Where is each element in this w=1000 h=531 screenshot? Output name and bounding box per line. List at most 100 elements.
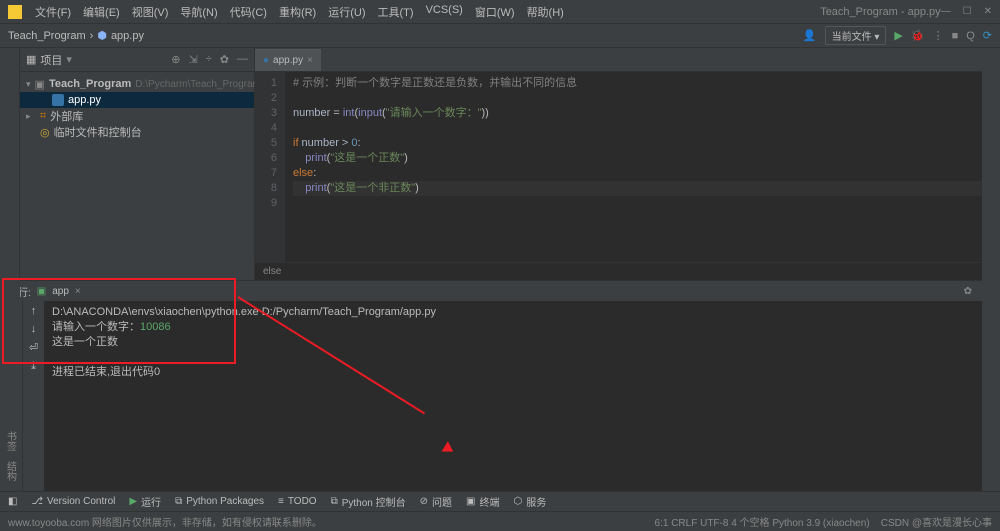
- project-panel-header: ▦ 项目 ▾ ⊕ ⇲ ÷ ✿ —: [20, 48, 254, 72]
- status-bar: www.toyooba.com 网络图片仅供展示，非存储，如有侵权请联系删除。 …: [0, 511, 1000, 531]
- run-tab-label[interactable]: app: [52, 286, 69, 297]
- editor-tab-apppy[interactable]: ● app.py ×: [255, 49, 321, 71]
- console-user-input: 10086: [140, 321, 171, 333]
- run-button[interactable]: ▶: [894, 29, 902, 42]
- left-tool-gutter: [0, 48, 20, 280]
- tree-root-label: Teach_Program: [49, 78, 131, 90]
- menu-code[interactable]: 代码(C): [225, 2, 272, 22]
- main-menu: 文件(F) 编辑(E) 视图(V) 导航(N) 代码(C) 重构(R) 运行(U…: [30, 2, 800, 22]
- breadcrumb-project[interactable]: Teach_Program: [8, 30, 86, 42]
- code-content[interactable]: # 示例：判断一个数字是正数还是负数，并输出不同的信息 number = int…: [285, 72, 1000, 262]
- bottom-menu-icon[interactable]: ◧: [8, 496, 17, 507]
- menu-file[interactable]: 文件(F): [30, 2, 76, 22]
- menu-run[interactable]: 运行(U): [323, 2, 370, 22]
- tool-services[interactable]: ⬡服务: [514, 494, 547, 509]
- vcs-icon: ⎇: [31, 496, 43, 507]
- structure-label[interactable]: 结构: [3, 461, 18, 481]
- run-config-selector[interactable]: 当前文件 ▾: [825, 26, 887, 45]
- tool-problems[interactable]: ⊘问题: [420, 494, 452, 509]
- tool-terminal[interactable]: ▣终端: [466, 494, 499, 509]
- tool-python-packages[interactable]: ⧉Python Packages: [175, 496, 264, 507]
- console-output[interactable]: D:\ANACONDA\envs\xiaochen\python.exe D:/…: [44, 281, 1000, 494]
- console-output-line: 这是一个正数: [52, 335, 992, 350]
- editor-breadcrumb[interactable]: else: [255, 262, 1000, 280]
- scratch-icon: ◎: [40, 126, 50, 139]
- run-settings-icon[interactable]: ✿: [964, 286, 972, 297]
- console-prompt-line: 请输入一个数字：10086: [52, 320, 992, 335]
- run-tab-close-icon[interactable]: ×: [75, 286, 81, 297]
- debug-button[interactable]: 🐞: [911, 29, 925, 42]
- window-title: Teach_Program - app.py: [820, 6, 940, 18]
- up-arrow-icon[interactable]: ↑: [31, 305, 37, 317]
- services-icon: ⬡: [514, 496, 523, 507]
- minimize-icon[interactable]: —: [941, 6, 951, 17]
- console-exit: 进程已结束,退出代码0: [52, 365, 992, 380]
- tree-root[interactable]: ▾ ▣ Teach_Program D:\Pycharm\Teach_Progr…: [20, 76, 254, 92]
- project-panel: ▦ 项目 ▾ ⊕ ⇲ ÷ ✿ — ▾ ▣ Teach_Program D:\Py…: [20, 48, 255, 280]
- bottom-tool-strip: ◧ ⎇Version Control ▶运行 ⧉Python Packages …: [0, 491, 1000, 511]
- menu-view[interactable]: 视图(V): [127, 2, 174, 22]
- menu-help[interactable]: 帮助(H): [522, 2, 569, 22]
- tool-run[interactable]: ▶运行: [129, 494, 161, 509]
- csdn-watermark: CSDN @喜欢是漫长心事: [881, 518, 992, 529]
- collapse-icon[interactable]: ÷: [206, 53, 212, 66]
- menu-vcs[interactable]: VCS(S): [421, 2, 468, 22]
- hide-icon[interactable]: —: [237, 53, 248, 66]
- right-vertical-toolstrip: [982, 48, 1000, 491]
- expand-icon[interactable]: ⇲: [189, 53, 198, 66]
- bookmarks-label[interactable]: 书签: [3, 431, 18, 451]
- tree-scratches[interactable]: ◎ 临时文件和控制台: [20, 124, 254, 140]
- dropdown-icon[interactable]: ▾: [66, 53, 72, 66]
- tree-file-label: app.py: [68, 94, 101, 106]
- run-icon: ▶: [129, 496, 137, 507]
- menu-tools[interactable]: 工具(T): [373, 2, 419, 22]
- titlebar: 文件(F) 编辑(E) 视图(V) 导航(N) 代码(C) 重构(R) 运行(U…: [0, 0, 1000, 24]
- tool-todo[interactable]: ≡TODO: [278, 496, 317, 507]
- editor: ● app.py × 123456789 # 示例：判断一个数字是正数还是负数，…: [255, 48, 1000, 280]
- pycharm-logo-icon: [8, 5, 22, 19]
- chevron-right-icon[interactable]: ▸: [26, 111, 36, 122]
- tree-external-libs[interactable]: ▸ ⌗ 外部库: [20, 108, 254, 124]
- user-icon[interactable]: 👤: [803, 29, 817, 42]
- close-tab-icon[interactable]: ×: [307, 55, 313, 66]
- search-icon[interactable]: Q: [966, 30, 975, 42]
- run-side-toolbar-2: ↑ ↓ ⏎ ⤓: [22, 281, 44, 494]
- tool-version-control[interactable]: ⎇Version Control: [31, 496, 115, 507]
- tree-file-apppy[interactable]: app.py: [20, 92, 254, 108]
- scroll-icon[interactable]: ⤓: [31, 360, 36, 373]
- terminal-icon: ▣: [466, 496, 475, 507]
- left-vertical-toolstrip: 书签 结构: [0, 280, 20, 491]
- line-gutter: 123456789: [255, 72, 285, 262]
- chevron-right-icon: ›: [90, 30, 94, 42]
- settings-icon[interactable]: ✿: [220, 53, 229, 66]
- status-info[interactable]: 6:1 CRLF UTF-8 4 个空格 Python 3.9 (xiaoche…: [655, 518, 870, 529]
- breadcrumb: Teach_Program › ⬢ app.py: [8, 29, 144, 42]
- breadcrumb-file[interactable]: app.py: [111, 30, 144, 42]
- editor-tabs: ● app.py ×: [255, 48, 1000, 72]
- folder-icon: ▣: [35, 78, 45, 91]
- chevron-down-icon[interactable]: ▾: [26, 79, 31, 90]
- project-tree: ▾ ▣ Teach_Program D:\Pycharm\Teach_Progr…: [20, 72, 254, 144]
- toolbar-right: 👤 当前文件 ▾ ▶ 🐞 ⋮ ■ Q ⟳: [803, 26, 992, 45]
- menu-edit[interactable]: 编辑(E): [78, 2, 125, 22]
- problems-icon: ⊘: [420, 496, 428, 507]
- maximize-icon[interactable]: ☐: [963, 6, 972, 17]
- stop-button[interactable]: ■: [952, 30, 959, 42]
- tool-python-console[interactable]: ⧉Python 控制台: [331, 494, 406, 509]
- library-icon: ⌗: [40, 110, 46, 123]
- python-file-icon: ⬢: [97, 29, 107, 42]
- editor-tab-label: app.py: [273, 55, 303, 66]
- menu-window[interactable]: 窗口(W): [470, 2, 520, 22]
- menu-navigate[interactable]: 导航(N): [175, 2, 222, 22]
- close-icon[interactable]: ✕: [984, 6, 992, 17]
- select-opened-icon[interactable]: ⊕: [171, 53, 180, 66]
- tree-external-label: 外部库: [50, 108, 83, 124]
- todo-icon: ≡: [278, 496, 284, 507]
- updates-icon[interactable]: ⟳: [983, 29, 992, 42]
- more-run-icon[interactable]: ⋮: [933, 29, 944, 42]
- menu-refactor[interactable]: 重构(R): [274, 2, 321, 22]
- run-tab-icon: ▣: [37, 286, 46, 297]
- down-arrow-icon[interactable]: ↓: [31, 323, 37, 335]
- soft-wrap-icon[interactable]: ⏎: [29, 341, 38, 354]
- code-area[interactable]: 123456789 # 示例：判断一个数字是正数还是负数，并输出不同的信息 nu…: [255, 72, 1000, 262]
